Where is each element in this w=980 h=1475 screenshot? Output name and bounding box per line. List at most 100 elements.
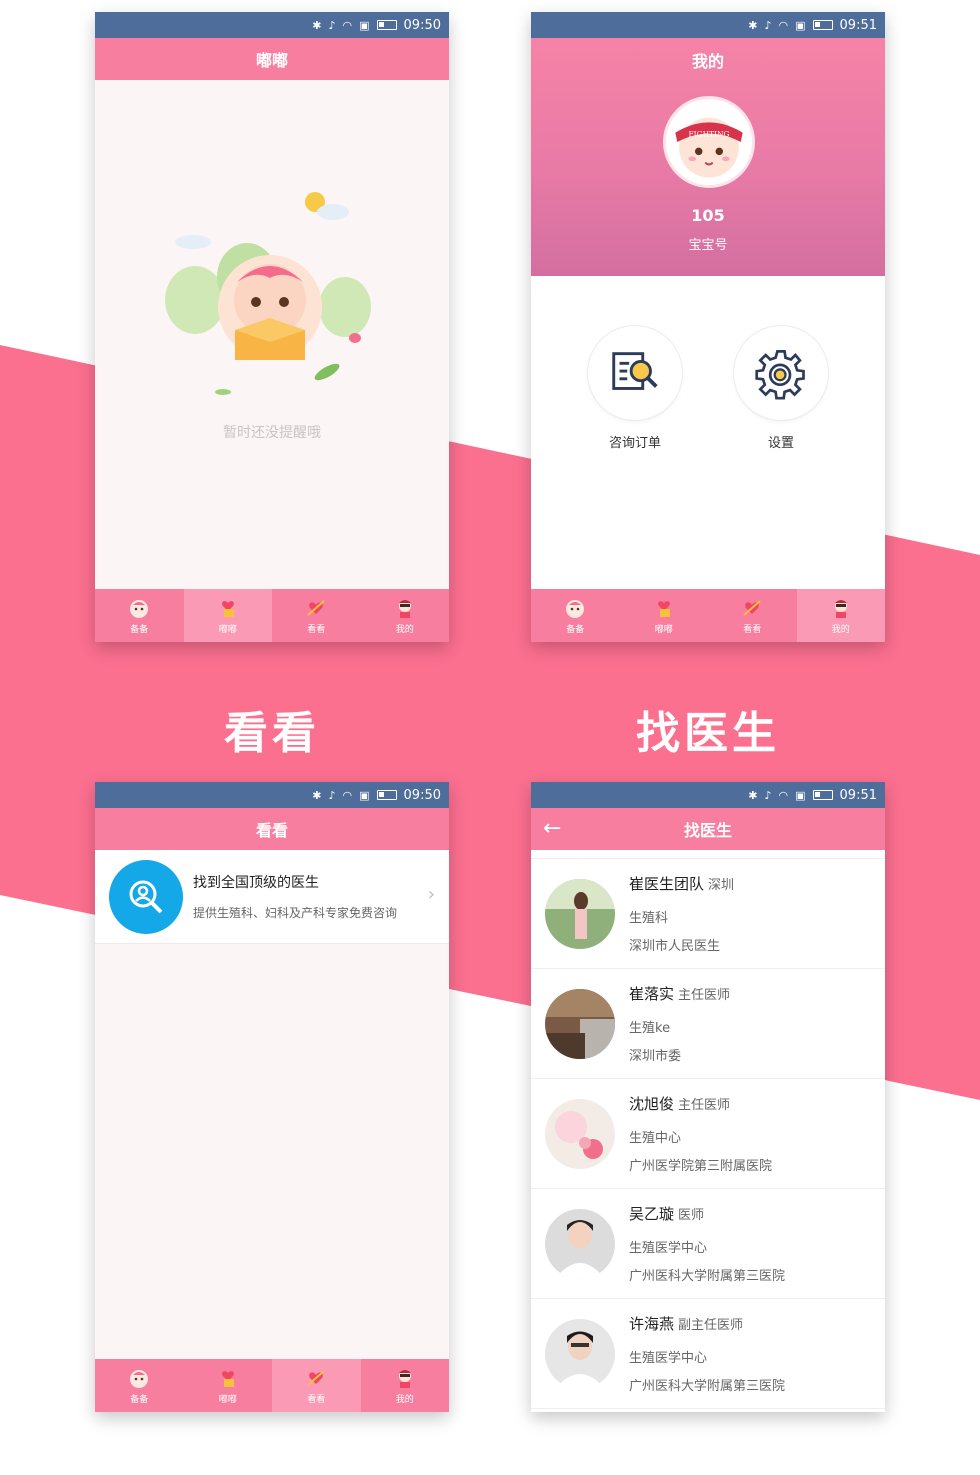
gear-icon: [755, 350, 805, 400]
wifi-icon: ◠: [342, 788, 353, 802]
doctor-row[interactable]: 崔落实 主任医师 生殖ke 深圳市委: [531, 969, 885, 1079]
back-arrow-icon[interactable]: ←: [543, 816, 561, 841]
doctor-row[interactable]: 崔医生团队 深圳 生殖科 深圳市人民医生: [531, 859, 885, 969]
doctor-hospital: 广州医学院第三附属医院: [629, 1159, 773, 1174]
doctor-row[interactable]: 沈旭俊 主任医师 生殖中心 广州医学院第三附属医院: [531, 1079, 885, 1189]
doctor-department: 生殖ke: [629, 1021, 671, 1036]
baby-avatar-icon: FIGHTING: [675, 117, 743, 178]
promo-icon-circle: [109, 859, 183, 934]
tab-label: 备备: [130, 624, 149, 635]
tab-bar: 备备 嘟嘟 看看 我的: [531, 589, 885, 642]
settings-button[interactable]: 设置: [734, 326, 828, 451]
heart-arrow-icon: [307, 1369, 325, 1386]
tab-kankan[interactable]: 看看: [272, 1359, 361, 1412]
doctor-name: 许海燕: [629, 1315, 675, 1333]
phone-find-doctor-screen: ✱ ♪ ◠ ▣ 09:51 ← 找医生 崔医生团队 深圳 生殖科 深圳市人民医生 …: [531, 782, 885, 1412]
promo-text: 找到全国顶级的医生 提供生殖科、妇科及产科专家免费咨询: [193, 872, 397, 921]
doctor-hospital: 广州医科大学附属第三医院: [629, 1269, 786, 1284]
profile-header: 我的 FIGHTING 105 宝宝号: [531, 38, 885, 276]
tab-dudu[interactable]: 嘟嘟: [183, 589, 272, 642]
page-title: 我的: [691, 52, 724, 71]
doctor-row[interactable]: 吴乙璇 医师 生殖医学中心 广州医科大学附属第三医院: [531, 1189, 885, 1299]
tab-label: 备备: [130, 1394, 149, 1405]
person-sunglasses-icon: [398, 1369, 411, 1388]
tab-dudu[interactable]: 嘟嘟: [620, 589, 709, 642]
tab-mine[interactable]: 我的: [361, 589, 450, 642]
chevron-right-icon: ›: [427, 884, 435, 905]
tab-beibei[interactable]: 备备: [531, 589, 620, 642]
tab-label: 看看: [307, 1394, 326, 1405]
tab-mine[interactable]: 我的: [796, 589, 885, 642]
tab-label: 备备: [566, 624, 585, 635]
bluetooth-icon: ✱: [748, 18, 758, 32]
doctor-title: 主任医师: [678, 988, 731, 1003]
page-title: 找医生: [683, 821, 732, 840]
promo-subtitle: 提供生殖科、妇科及产科专家免费咨询: [193, 906, 398, 920]
tab-label: 嘟嘟: [218, 1394, 237, 1405]
avatar[interactable]: FIGHTING: [663, 96, 755, 188]
caption-kankan: 看看: [224, 708, 320, 759]
baby-face-icon: [130, 599, 149, 618]
tab-label: 看看: [307, 624, 326, 635]
doctor-name-line: 吴乙璇 医师: [629, 1203, 704, 1224]
tab-kankan[interactable]: 看看: [272, 589, 361, 642]
bluetooth-icon: ✱: [748, 788, 758, 802]
tab-label: 我的: [395, 624, 414, 635]
doctor-hospital: 广州医科大学附属第三医院: [629, 1379, 786, 1394]
doctor-photo: [545, 1099, 615, 1169]
doctor-name-line: 沈旭俊 主任医师: [629, 1093, 730, 1114]
baby-face-icon: [566, 599, 585, 618]
tab-beibei[interactable]: 备备: [95, 589, 184, 642]
empty-box-illustration: [165, 192, 371, 395]
status-bar: ✱ ♪ ◠ ▣ 09:51: [531, 12, 885, 38]
mute-icon: ♪: [328, 788, 336, 802]
mute-icon: ♪: [764, 18, 772, 32]
phone-kankan-screen: ✱ ♪ ◠ ▣ 09:50 看看 找到全国顶级的医生 提供生殖科、妇科及产科专家…: [95, 782, 449, 1412]
tab-label: 我的: [831, 624, 850, 635]
battery-icon: [812, 790, 833, 800]
settings-label: 设置: [767, 436, 794, 451]
heart-arrow-icon: [743, 599, 761, 616]
status-time: 09:51: [839, 787, 877, 803]
baby-number-label: 宝宝号: [688, 238, 728, 253]
wifi-icon: ◠: [778, 18, 789, 32]
sim-icon: ▣: [359, 788, 370, 802]
bluetooth-icon: ✱: [312, 788, 322, 802]
tab-bar: 备备 嘟嘟 看看 我的: [95, 589, 449, 642]
doctor-name: 沈旭俊: [629, 1095, 675, 1113]
avatar-badge-text: FIGHTING: [688, 129, 729, 138]
empty-message: 暂时还没提醒哦: [223, 425, 321, 441]
doctor-name-line: 许海燕 副主任医师: [629, 1313, 743, 1334]
doctor-department: 生殖中心: [629, 1131, 682, 1146]
battery-icon: [812, 20, 833, 30]
doctor-department: 生殖医学中心: [629, 1351, 708, 1366]
tab-label: 看看: [743, 624, 762, 635]
doctor-row[interactable]: 许海燕 副主任医师 生殖医学中心 广州医科大学附属第三医院: [531, 1299, 885, 1409]
baby-face-icon: [130, 1369, 149, 1388]
status-bar: ✱ ♪ ◠ ▣ 09:50: [95, 782, 449, 808]
phone-dudu-screen: ✱ ♪ ◠ ▣ 09:50 嘟嘟 暂时还没提醒哦 备备 嘟嘟 看看 我的: [95, 12, 449, 642]
status-bar: ✱ ♪ ◠ ▣ 09:50: [95, 12, 449, 38]
doctor-name-line: 崔医生团队 深圳: [629, 873, 734, 894]
tab-dudu[interactable]: 嘟嘟: [184, 1359, 273, 1412]
doctor-department: 生殖医学中心: [629, 1241, 708, 1256]
sim-icon: ▣: [795, 18, 806, 32]
doctor-hospital: 深圳市委: [629, 1049, 682, 1064]
wifi-icon: ◠: [342, 18, 353, 32]
consult-orders-circle: [588, 326, 682, 420]
promo-title: 找到全国顶级的医生: [193, 875, 319, 891]
find-doctor-promo[interactable]: 找到全国顶级的医生 提供生殖科、妇科及产科专家免费咨询 ›: [95, 850, 449, 944]
status-time: 09:51: [839, 17, 877, 33]
page-title: 看看: [95, 808, 449, 850]
doctor-hospital: 深圳市人民医生: [629, 939, 721, 954]
bluetooth-icon: ✱: [312, 18, 322, 32]
tab-beibei[interactable]: 备备: [95, 1359, 184, 1412]
status-bar: ✱ ♪ ◠ ▣ 09:51: [531, 782, 885, 808]
doctor-list: 崔医生团队 深圳 生殖科 深圳市人民医生 崔落实 主任医师 生殖ke 深圳市委 沈旭…: [531, 858, 885, 1409]
status-time: 09:50: [403, 787, 441, 803]
consult-orders-button[interactable]: 咨询订单: [588, 326, 682, 451]
sim-icon: ▣: [359, 18, 370, 32]
tab-mine[interactable]: 我的: [361, 1359, 450, 1412]
tab-kankan[interactable]: 看看: [708, 589, 797, 642]
settings-circle: [734, 326, 828, 420]
